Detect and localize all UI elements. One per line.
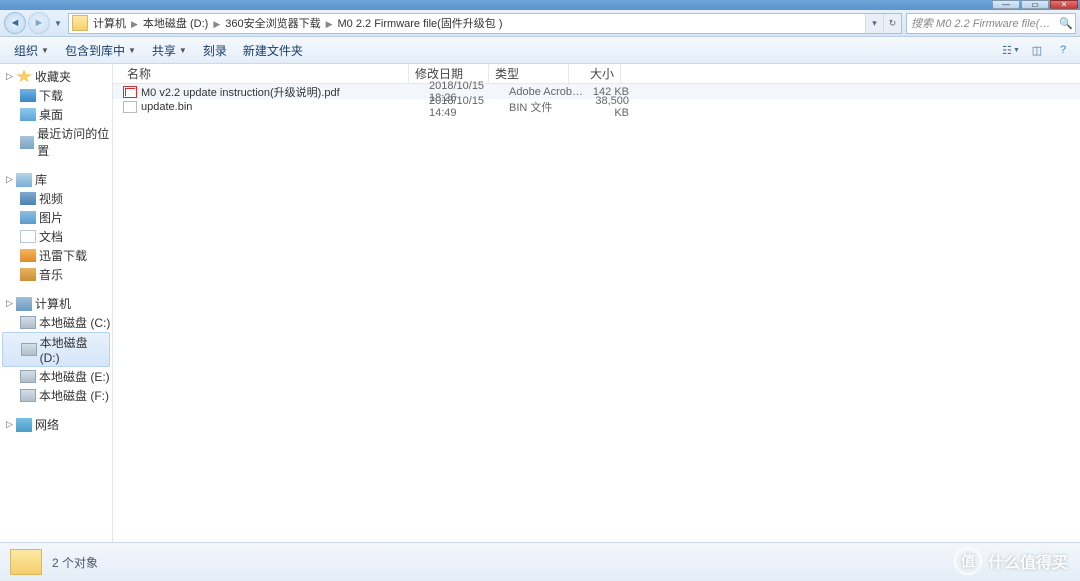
tree-desktop[interactable]: 桌面 (0, 105, 112, 124)
organize-menu[interactable]: 组织▼ (6, 37, 57, 63)
tree-computer[interactable]: ▷计算机 (0, 294, 112, 313)
column-headers[interactable]: 名称 修改日期 类型 大小 (113, 64, 1080, 84)
tree-drive-e[interactable]: 本地磁盘 (E:) (0, 367, 112, 386)
file-list-pane: 名称 修改日期 类型 大小 M0 v2.2 update instruction… (113, 64, 1080, 542)
new-folder-button[interactable]: 新建文件夹 (235, 37, 311, 63)
tree-recent[interactable]: 最近访问的位置 (0, 124, 112, 160)
breadcrumb-segment[interactable]: 360安全浏览器下载 (223, 18, 322, 30)
minimize-button[interactable]: — (992, 0, 1020, 9)
watermark-badge-icon: 值 (954, 547, 982, 575)
column-name[interactable]: 名称 (121, 64, 409, 83)
chevron-right-icon[interactable]: ▶ (128, 19, 141, 29)
file-name: M0 v2.2 update instruction(升级说明).pdf (141, 84, 423, 100)
address-dropdown[interactable]: ▾ (865, 14, 883, 33)
view-mode-button[interactable]: ☷▼ (1000, 40, 1022, 60)
tree-music[interactable]: 音乐 (0, 265, 112, 284)
tree-favorites[interactable]: ▷收藏夹 (0, 67, 112, 86)
window-titlebar: — ▭ ✕ (0, 0, 1080, 10)
watermark: 值 什么值得买 (954, 547, 1068, 575)
refresh-button[interactable]: ↻ (883, 14, 901, 33)
tree-drive-d[interactable]: 本地磁盘 (D:) (2, 332, 110, 367)
tree-network[interactable]: ▷网络 (0, 415, 112, 434)
tree-videos[interactable]: 视频 (0, 189, 112, 208)
chevron-right-icon[interactable]: ▶ (210, 19, 223, 29)
search-placeholder: 搜索 M0 2.2 Firmware file(固件升级... (907, 15, 1057, 31)
folder-large-icon (10, 549, 42, 575)
close-button[interactable]: ✕ (1050, 0, 1078, 9)
navigation-tree[interactable]: ▷收藏夹 下载 桌面 最近访问的位置 ▷库 视频 图片 文档 迅雷下载 音乐 ▷… (0, 64, 113, 542)
tree-drive-c[interactable]: 本地磁盘 (C:) (0, 313, 112, 332)
share-menu[interactable]: 共享▼ (144, 37, 195, 63)
breadcrumb-segment[interactable]: 本地磁盘 (D:) (141, 18, 210, 30)
file-name: update.bin (141, 101, 423, 113)
forward-button[interactable]: ► (28, 12, 50, 34)
file-row[interactable]: update.bin2018/10/15 14:49BIN 文件38,500 K… (113, 99, 1080, 114)
file-date: 2018/10/15 14:49 (423, 95, 503, 119)
file-size: 38,500 KB (583, 95, 635, 119)
back-button[interactable]: ◄ (4, 12, 26, 34)
file-icon (123, 86, 137, 98)
burn-button[interactable]: 刻录 (195, 37, 235, 63)
tree-thunder[interactable]: 迅雷下载 (0, 246, 112, 265)
watermark-text: 什么值得买 (988, 549, 1068, 573)
maximize-button[interactable]: ▭ (1021, 0, 1049, 9)
file-icon (123, 101, 137, 113)
history-dropdown[interactable]: ▼ (52, 12, 64, 34)
file-type: BIN 文件 (503, 99, 583, 115)
tree-pictures[interactable]: 图片 (0, 208, 112, 227)
address-bar[interactable]: 计算机▶本地磁盘 (D:)▶360安全浏览器下载▶M0 2.2 Firmware… (68, 13, 902, 34)
preview-pane-button[interactable]: ◫ (1026, 40, 1048, 60)
tree-downloads[interactable]: 下载 (0, 86, 112, 105)
folder-icon (72, 15, 88, 31)
breadcrumb-segment[interactable]: 计算机 (91, 18, 128, 30)
breadcrumb-segment[interactable]: M0 2.2 Firmware file(固件升级包 ) (336, 18, 505, 30)
include-library-menu[interactable]: 包含到库中▼ (57, 37, 144, 63)
search-icon[interactable]: 🔍 (1057, 17, 1075, 30)
tree-libraries[interactable]: ▷库 (0, 170, 112, 189)
tree-drive-f[interactable]: 本地磁盘 (F:) (0, 386, 112, 405)
chevron-right-icon[interactable]: ▶ (323, 19, 336, 29)
help-button[interactable]: ? (1052, 40, 1074, 60)
navigation-bar: ◄ ► ▼ 计算机▶本地磁盘 (D:)▶360安全浏览器下载▶M0 2.2 Fi… (0, 10, 1080, 37)
command-toolbar: 组织▼ 包含到库中▼ 共享▼ 刻录 新建文件夹 ☷▼ ◫ ? (0, 37, 1080, 64)
file-type: Adobe Acrobat ... (503, 86, 583, 98)
search-box[interactable]: 搜索 M0 2.2 Firmware file(固件升级... 🔍 (906, 13, 1076, 34)
column-size[interactable]: 大小 (569, 64, 621, 83)
status-text: 2 个对象 (52, 554, 98, 571)
tree-documents[interactable]: 文档 (0, 227, 112, 246)
status-bar: 2 个对象 (0, 542, 1080, 581)
